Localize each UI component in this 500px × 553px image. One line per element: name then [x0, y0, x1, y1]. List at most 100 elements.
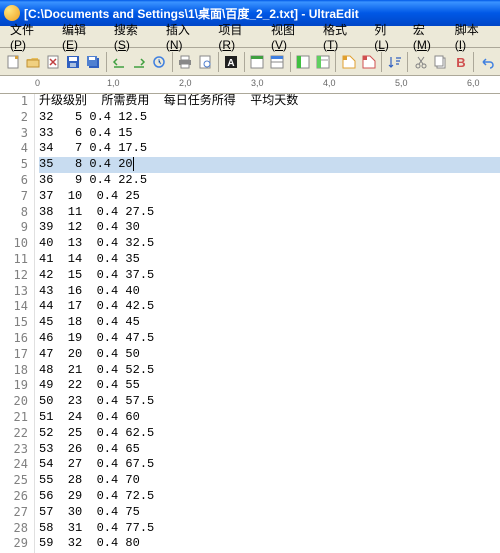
separator: [335, 52, 336, 72]
menu-t[interactable]: 格式(T): [317, 19, 368, 54]
ruler-tick: 4,0: [323, 78, 336, 88]
menu-p[interactable]: 文件(P): [4, 19, 56, 54]
text-line: 43 16 0.4 40: [39, 284, 500, 300]
line-number: 4: [0, 141, 28, 157]
text-line: 57 30 0.4 75: [39, 505, 500, 521]
separator: [290, 52, 291, 72]
line-number: 10: [0, 236, 28, 252]
ruler-tick: 0: [35, 78, 40, 88]
mark-button[interactable]: A: [222, 52, 241, 72]
win1-button[interactable]: [248, 52, 267, 72]
ruler-tick: 6,0: [467, 78, 480, 88]
panel-button[interactable]: [293, 52, 312, 72]
ruler-tick: 3,0: [251, 78, 264, 88]
text-cursor: [133, 157, 134, 171]
text-line: 45 18 0.4 45: [39, 315, 500, 331]
text-line: 32 5 0.4 12.5: [39, 110, 500, 126]
open-button[interactable]: [24, 52, 43, 72]
line-number: 23: [0, 442, 28, 458]
menu-r[interactable]: 项目(R): [212, 19, 265, 54]
text-content[interactable]: 升级级别 所需费用 每日任务所得 平均天数32 5 0.4 12.533 6 0…: [35, 94, 500, 553]
tag2-button[interactable]: [359, 52, 378, 72]
line-number: 11: [0, 252, 28, 268]
nav3-button[interactable]: [150, 52, 169, 72]
text-line: 58 31 0.4 77.5: [39, 521, 500, 537]
line-number: 19: [0, 378, 28, 394]
panel2-button[interactable]: [313, 52, 332, 72]
line-number: 12: [0, 268, 28, 284]
ruler-tick: 5,0: [395, 78, 408, 88]
saveall-button[interactable]: [84, 52, 103, 72]
nav1-button[interactable]: [110, 52, 129, 72]
ruler-tick: 1,0: [107, 78, 120, 88]
line-number-gutter: 1234567891011121314151617181920212223242…: [0, 94, 35, 553]
menu-s[interactable]: 搜索(S): [108, 19, 160, 54]
text-line: 53 26 0.4 65: [39, 442, 500, 458]
copy-button[interactable]: [431, 52, 450, 72]
text-line: 56 29 0.4 72.5: [39, 489, 500, 505]
line-number: 1: [0, 94, 28, 110]
line-number: 13: [0, 284, 28, 300]
separator: [106, 52, 107, 72]
undo-button[interactable]: [477, 52, 496, 72]
tag-button[interactable]: [339, 52, 358, 72]
text-line: 47 20 0.4 50: [39, 347, 500, 363]
line-number: 2: [0, 110, 28, 126]
menu-e[interactable]: 编辑(E): [56, 19, 108, 54]
line-number: 21: [0, 410, 28, 426]
line-number: 8: [0, 205, 28, 221]
text-line: 42 15 0.4 37.5: [39, 268, 500, 284]
line-number: 16: [0, 331, 28, 347]
menu-l[interactable]: 列(L): [368, 19, 407, 54]
line-number: 9: [0, 220, 28, 236]
line-number: 20: [0, 394, 28, 410]
line-number: 15: [0, 315, 28, 331]
toolbar: A B: [0, 48, 500, 76]
line-number: 14: [0, 299, 28, 315]
win2-button[interactable]: [268, 52, 287, 72]
text-line: 升级级别 所需费用 每日任务所得 平均天数: [39, 94, 500, 110]
nav2-button[interactable]: [130, 52, 149, 72]
save-button[interactable]: [64, 52, 83, 72]
new-button[interactable]: [4, 52, 23, 72]
text-line: 35 8 0.4 20: [39, 157, 500, 173]
line-number: 22: [0, 426, 28, 442]
line-number: 29: [0, 536, 28, 552]
menu-i[interactable]: 脚本(I): [449, 19, 496, 54]
line-number: 5: [0, 157, 28, 173]
text-line: 39 12 0.4 30: [39, 220, 500, 236]
text-line: 41 14 0.4 35: [39, 252, 500, 268]
svg-text:A: A: [228, 58, 235, 69]
menu-v[interactable]: 视图(V): [265, 19, 317, 54]
line-number: 27: [0, 505, 28, 521]
line-number: 26: [0, 489, 28, 505]
separator: [381, 52, 382, 72]
cut-button[interactable]: [411, 52, 430, 72]
line-number: 7: [0, 189, 28, 205]
separator: [218, 52, 219, 72]
line-number: 6: [0, 173, 28, 189]
line-number: 18: [0, 363, 28, 379]
menu-bar: 文件(P)编辑(E)搜索(S)插入(N)项目(R)视图(V)格式(T)列(L)宏…: [0, 26, 500, 48]
sort-button[interactable]: [385, 52, 404, 72]
preview-button[interactable]: [196, 52, 215, 72]
text-line: 36 9 0.4 22.5: [39, 173, 500, 189]
text-line: 37 10 0.4 25: [39, 189, 500, 205]
close-button[interactable]: [44, 52, 63, 72]
print-button[interactable]: [176, 52, 195, 72]
svg-text:B: B: [456, 55, 465, 69]
menu-m[interactable]: 宏(M): [407, 19, 449, 54]
text-line: 38 11 0.4 27.5: [39, 205, 500, 221]
text-line: 49 22 0.4 55: [39, 378, 500, 394]
ruler: 0 1,0 2,0 3,0 4,0 5,0 6,0: [0, 76, 500, 94]
text-line: 44 17 0.4 42.5: [39, 299, 500, 315]
line-number: 3: [0, 126, 28, 142]
menu-n[interactable]: 插入(N): [160, 19, 213, 54]
text-line: 46 19 0.4 47.5: [39, 331, 500, 347]
bold-button[interactable]: B: [451, 52, 470, 72]
separator: [407, 52, 408, 72]
ruler-tick: 2,0: [179, 78, 192, 88]
editor-area: 1234567891011121314151617181920212223242…: [0, 94, 500, 553]
text-line: 34 7 0.4 17.5: [39, 141, 500, 157]
text-line: 50 23 0.4 57.5: [39, 394, 500, 410]
